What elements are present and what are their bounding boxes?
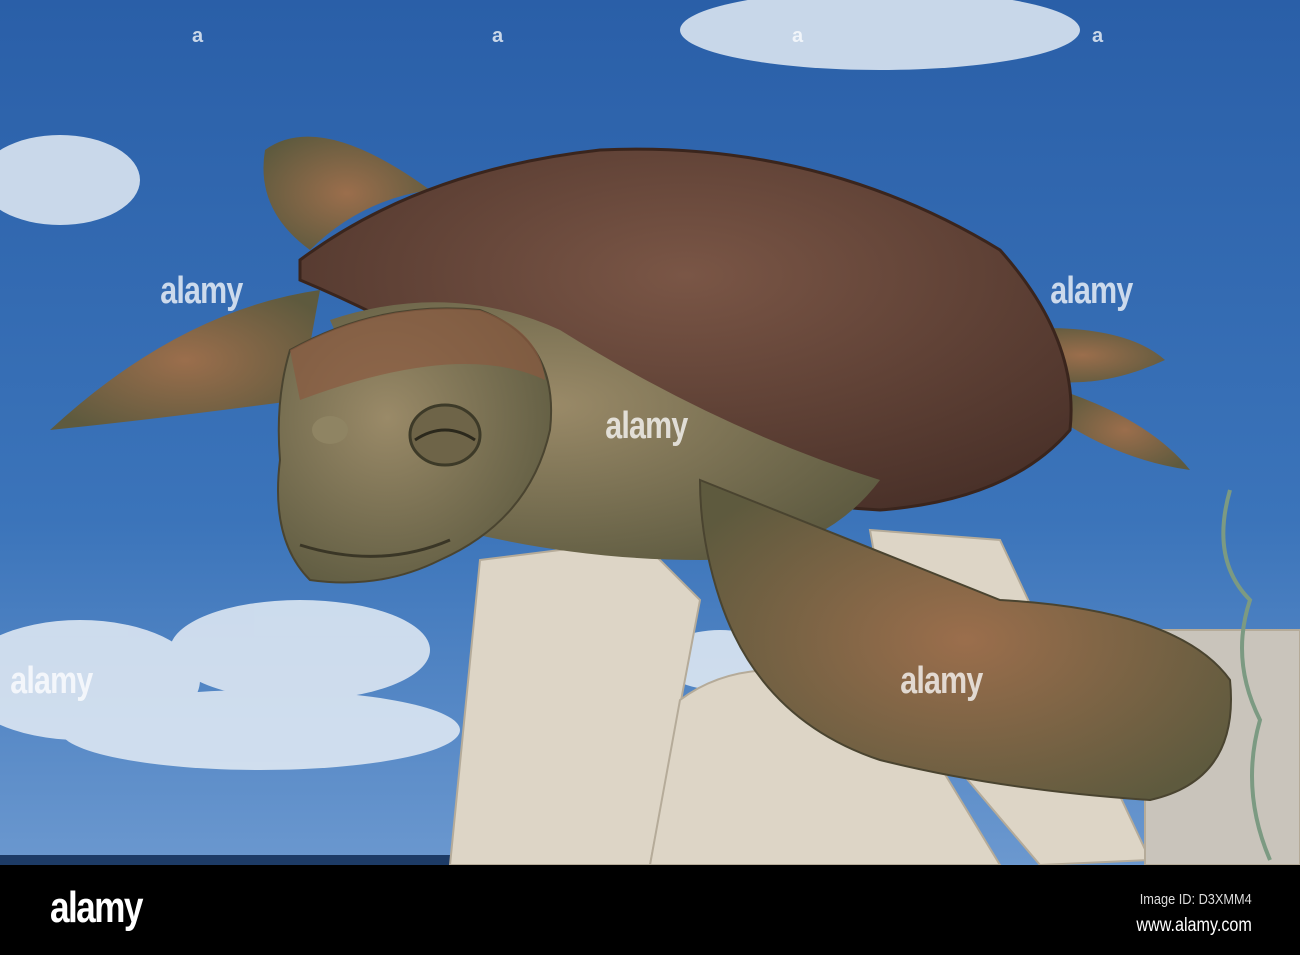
stock-photo: alamy alamy alamy alamy alamy a a a a al… xyxy=(0,0,1300,955)
watermark-mark: a xyxy=(492,25,504,47)
watermark-mark: a xyxy=(1092,25,1104,47)
watermark-mark: a xyxy=(792,25,804,47)
image-id: Image ID: D3XMM4 xyxy=(1140,891,1252,908)
sea-horizon xyxy=(0,855,450,865)
watermark: alamy xyxy=(605,405,688,447)
watermark-mark: a xyxy=(192,25,204,47)
watermark: alamy xyxy=(160,270,243,312)
watermark: alamy xyxy=(10,660,93,702)
nostril xyxy=(312,416,348,444)
footer-bar: alamy Image ID: D3XMM4 www.alamy.com xyxy=(0,865,1300,955)
site-url: www.alamy.com xyxy=(1136,915,1252,936)
watermark: alamy xyxy=(900,660,983,702)
watermark: alamy xyxy=(1050,270,1133,312)
alamy-logo: alamy xyxy=(50,883,143,932)
